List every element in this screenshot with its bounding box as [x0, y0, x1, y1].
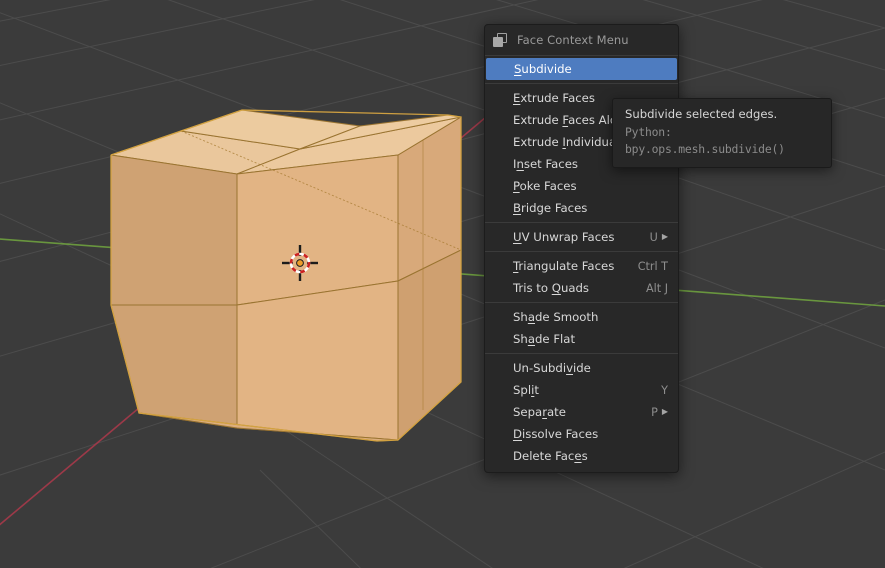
tooltip-description: Subdivide selected edges.: [625, 107, 778, 121]
menu-item-shade-flat[interactable]: Shade Flat: [485, 328, 678, 350]
menu-item-delete-faces[interactable]: Delete Faces: [485, 445, 678, 467]
menu-item-label: Delete Faces: [513, 449, 588, 463]
menu-item-un-subdivide[interactable]: Un-Subdivide: [485, 357, 678, 379]
menu-item-label: Subdivide: [514, 62, 572, 76]
cube-face-left-tl: [110, 154, 238, 306]
tooltip-python-label: Python:: [625, 125, 672, 139]
cube-face-front-tl: [236, 154, 399, 306]
menu-item-poke-faces[interactable]: Poke Faces: [485, 175, 678, 197]
menu-item-dissolve-faces[interactable]: Dissolve Faces: [485, 423, 678, 445]
menu-item-label: Tris to Quads: [513, 281, 590, 295]
menu-item-bridge-faces[interactable]: Bridge Faces: [485, 197, 678, 219]
3d-viewport[interactable]: [0, 0, 885, 568]
subdivide-tooltip: Subdivide selected edges. Python: bpy.op…: [612, 98, 832, 168]
viewport-canvas[interactable]: [0, 0, 885, 568]
menu-item-tris-to-quads[interactable]: Tris to Quads Alt J: [485, 277, 678, 299]
menu-item-label: Triangulate Faces: [513, 259, 615, 273]
blender-window: Face Context Menu Subdivide Extrude Faces…: [0, 0, 885, 568]
menu-separator: [485, 353, 678, 354]
menu-item-label: Shade Flat: [513, 332, 576, 346]
menu-item-triangulate-faces[interactable]: Triangulate Faces Ctrl T: [485, 255, 678, 277]
menu-item-label: Poke Faces: [513, 179, 577, 193]
menu-separator: [485, 251, 678, 252]
menu-item-shade-smooth[interactable]: Shade Smooth: [485, 306, 678, 328]
face-context-menu[interactable]: Face Context Menu Subdivide Extrude Faces…: [484, 24, 684, 473]
menu-item-label: Bridge Faces: [513, 201, 588, 215]
menu-item-shortcut: Y: [661, 383, 668, 397]
menu-item-shortcut: P: [651, 405, 658, 419]
menu-item-separate[interactable]: Separate P ▶: [485, 401, 678, 423]
menu-item-shortcut: Ctrl T: [637, 259, 668, 273]
menu-item-label: Shade Smooth: [513, 310, 599, 324]
menu-item-shortcut: U: [649, 230, 658, 244]
cube-face-left-bl: [110, 304, 238, 429]
menu-item-subdivide[interactable]: Subdivide: [486, 58, 677, 80]
menu-separator: [485, 302, 678, 303]
menu-separator: [485, 83, 678, 84]
tooltip-python-expression: bpy.ops.mesh.subdivide(): [625, 142, 785, 156]
menu-separator: [485, 55, 678, 56]
menu-item-label: Split: [513, 383, 539, 397]
cube-face-front-bl: [236, 280, 399, 441]
menu-separator: [485, 222, 678, 223]
menu-item-shortcut: Alt J: [645, 281, 668, 295]
menu-item-label: UV Unwrap Faces: [513, 230, 615, 244]
context-menu-header: Face Context Menu: [485, 25, 678, 55]
tooltip-python: Python: bpy.ops.mesh.subdivide(): [625, 124, 819, 158]
context-menu-title: Face Context Menu: [517, 33, 629, 47]
menu-item-label: Un-Subdivide: [513, 361, 591, 375]
menu-item-label: Dissolve Faces: [513, 427, 599, 441]
face-select-icon: [493, 32, 508, 48]
chevron-right-icon: ▶: [661, 232, 668, 241]
menu-item-label: Separate: [513, 405, 566, 419]
cube-object[interactable]: [110, 109, 462, 442]
menu-item-uv-unwrap-faces[interactable]: UV Unwrap Faces U ▶: [485, 226, 678, 248]
menu-item-split[interactable]: Split Y: [485, 379, 678, 401]
chevron-right-icon: ▶: [661, 407, 668, 416]
